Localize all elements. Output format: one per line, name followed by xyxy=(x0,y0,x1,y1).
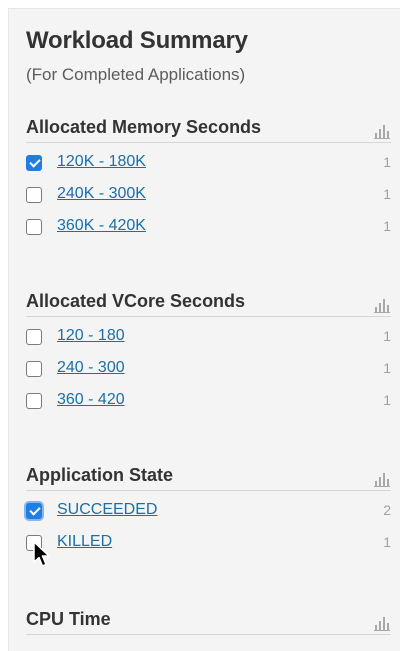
facet-link[interactable]: 360 - 420 xyxy=(57,391,125,409)
facet-checkbox[interactable] xyxy=(26,329,42,345)
facet-link[interactable]: KILLED xyxy=(57,533,112,551)
section-title: Allocated VCore Seconds xyxy=(26,291,246,311)
panel-subtitle: (For Completed Applications) xyxy=(26,65,246,84)
section-header: Application State xyxy=(26,465,391,491)
facet-section-memory-seconds: Allocated Memory Seconds 120K - 180K 1 2… xyxy=(26,117,391,243)
facet-count: 1 xyxy=(383,534,391,550)
facet-section-application-state: Application State SUCCEEDED 2 KILLED 1 xyxy=(26,465,391,559)
facet-link[interactable]: 240 - 300 xyxy=(57,359,125,377)
facet-section-vcore-seconds: Allocated VCore Seconds 120 - 180 1 240 … xyxy=(26,291,391,417)
facet-checkbox[interactable] xyxy=(26,503,42,519)
facet-count: 1 xyxy=(383,154,391,170)
facet-count: 2 xyxy=(383,502,391,518)
facet-item: 120K - 180K 1 xyxy=(26,147,391,179)
facet-item: 360K - 420K 1 xyxy=(26,211,391,243)
facet-count: 1 xyxy=(383,218,391,234)
panel-title: Workload Summary xyxy=(26,27,248,54)
facet-link[interactable]: 360K - 420K xyxy=(57,217,146,235)
facet-item: 120 - 180 1 xyxy=(26,321,391,353)
bar-chart-icon[interactable] xyxy=(374,615,390,631)
facet-item: SUCCEEDED 2 xyxy=(26,495,391,527)
facet-count: 1 xyxy=(383,186,391,202)
facet-count: 1 xyxy=(383,360,391,376)
bar-chart-icon[interactable] xyxy=(374,123,390,139)
section-title: Application State xyxy=(26,465,174,485)
facet-checkbox[interactable] xyxy=(26,187,42,203)
facet-item: KILLED 1 xyxy=(26,527,391,559)
facet-checkbox[interactable] xyxy=(26,155,42,171)
section-header: Allocated Memory Seconds xyxy=(26,117,391,143)
facet-link[interactable]: 120K - 180K xyxy=(57,153,146,171)
facet-section-cpu-time: CPU Time xyxy=(26,609,391,635)
bar-chart-icon[interactable] xyxy=(374,297,390,313)
facet-link[interactable]: SUCCEEDED xyxy=(57,501,157,519)
facet-link[interactable]: 240K - 300K xyxy=(57,185,146,203)
section-header: CPU Time xyxy=(26,609,391,635)
facet-checkbox[interactable] xyxy=(26,361,42,377)
facet-count: 1 xyxy=(383,328,391,344)
section-title: CPU Time xyxy=(26,609,111,629)
facet-item: 240K - 300K 1 xyxy=(26,179,391,211)
workload-summary-panel: Workload Summary (For Completed Applicat… xyxy=(8,8,400,651)
facet-count: 1 xyxy=(383,392,391,408)
section-header: Allocated VCore Seconds xyxy=(26,291,391,317)
facet-item: 240 - 300 1 xyxy=(26,353,391,385)
facet-checkbox[interactable] xyxy=(26,393,42,409)
mouse-cursor-icon xyxy=(32,541,52,569)
facet-item: 360 - 420 1 xyxy=(26,385,391,417)
facet-link[interactable]: 120 - 180 xyxy=(57,327,125,345)
bar-chart-icon[interactable] xyxy=(374,471,390,487)
section-title: Allocated Memory Seconds xyxy=(26,117,262,137)
facet-checkbox[interactable] xyxy=(26,219,42,235)
